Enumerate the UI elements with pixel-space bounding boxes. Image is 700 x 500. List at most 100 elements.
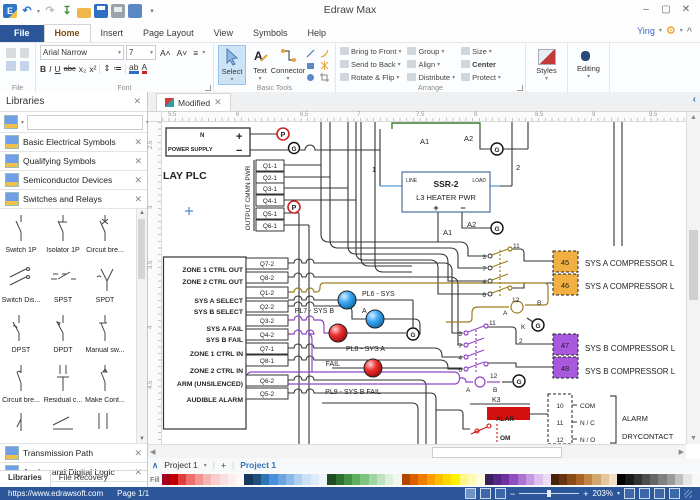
color-swatch[interactable]: [617, 474, 625, 485]
page-tab-project1[interactable]: Project 1: [240, 460, 276, 470]
symbol-make-contact[interactable]: Make Cont...: [84, 359, 126, 409]
lamp-pl6[interactable]: [338, 291, 356, 309]
font-dialog-launcher[interactable]: [205, 85, 211, 91]
protect-button[interactable]: Protect▾: [461, 71, 501, 83]
project-selector[interactable]: Project 1: [164, 460, 198, 470]
font-size-combo[interactable]: 7▾: [126, 45, 156, 60]
size-button[interactable]: Size▾: [461, 45, 501, 57]
subscript-button[interactable]: x₂: [79, 64, 87, 74]
color-swatch[interactable]: [336, 474, 344, 485]
symbol-circuit-breaker-2[interactable]: Circuit bre...: [0, 359, 42, 409]
color-swatch[interactable]: [468, 474, 476, 485]
collapse-canvas-icon[interactable]: ‹: [693, 94, 696, 105]
library-menu-icon[interactable]: [4, 115, 18, 129]
lamp-pl7[interactable]: [366, 310, 384, 328]
power-supply-block[interactable]: N POWER SUPPLY + −: [166, 128, 250, 157]
highlight-color-button[interactable]: ab: [129, 63, 138, 74]
styles-button[interactable]: Styles: [530, 66, 563, 75]
color-swatch[interactable]: [543, 474, 551, 485]
color-swatch[interactable]: [269, 474, 277, 485]
symbol-circuit-breaker[interactable]: Circuit bre...: [84, 209, 126, 259]
user-name[interactable]: Ying: [637, 26, 655, 36]
library-section-semiconductor[interactable]: Semiconductor Devices✕: [0, 171, 147, 190]
library-section-qualifying[interactable]: Qualifying Symbols✕: [0, 152, 147, 171]
vscroll-thumb[interactable]: [689, 230, 698, 300]
document-tab-modified[interactable]: Modified ✕: [156, 93, 231, 111]
center-button[interactable]: Center: [461, 58, 501, 70]
zoom-out-icon[interactable]: −: [510, 489, 515, 499]
view-page-icon[interactable]: [480, 488, 491, 499]
symbol-manual-switch[interactable]: Manual sw...: [84, 309, 126, 359]
color-swatch[interactable]: [186, 474, 194, 485]
select-tool-button[interactable]: Select▾: [218, 45, 246, 85]
compressor-terminals-b[interactable]: 47 48 SYS B COMPRESSOR L SYS B COMPRESSO…: [553, 334, 676, 378]
align-text-icon[interactable]: ≡: [191, 48, 200, 58]
pencil-tool-icon[interactable]: [319, 60, 330, 71]
line-spacing-icon[interactable]: ⇕: [103, 63, 110, 74]
symbol-grid-scrollbar[interactable]: ▲▼: [136, 209, 147, 443]
tab-help[interactable]: Help: [297, 25, 336, 42]
color-swatch[interactable]: [418, 474, 426, 485]
status-url[interactable]: https://www.edrawsoft.com: [8, 489, 103, 498]
color-swatch[interactable]: [261, 474, 269, 485]
symbol-isolator-1p[interactable]: Isolator 1P: [42, 209, 84, 259]
increase-font-icon[interactable]: A˄: [158, 48, 173, 58]
bring-to-front-button[interactable]: Bring to Front▾: [340, 45, 401, 57]
color-swatch[interactable]: [460, 474, 468, 485]
color-swatch[interactable]: [609, 474, 617, 485]
superscript-button[interactable]: x²: [89, 64, 96, 74]
color-swatch[interactable]: [675, 474, 683, 485]
color-swatch[interactable]: [692, 474, 700, 485]
color-swatch[interactable]: [311, 474, 319, 485]
styles-icon[interactable]: [538, 49, 556, 65]
color-swatch[interactable]: [493, 474, 501, 485]
color-swatch[interactable]: [162, 474, 170, 485]
color-swatch[interactable]: [244, 474, 252, 485]
close-panel-icon[interactable]: ✕: [133, 96, 141, 107]
underline-button[interactable]: U: [55, 64, 61, 74]
color-swatch[interactable]: [195, 474, 203, 485]
collapse-pages-icon[interactable]: ∧: [152, 460, 158, 471]
fit-page-icon[interactable]: [624, 488, 635, 499]
close-library-icon[interactable]: ✕: [134, 137, 142, 148]
vertical-scrollbar[interactable]: ▲▼: [686, 112, 700, 444]
close-library-icon[interactable]: ✕: [134, 175, 142, 186]
color-swatch[interactable]: [327, 474, 335, 485]
panel-tab-libraries[interactable]: Libraries: [0, 471, 51, 487]
plc-output-terminals[interactable]: Q1-1 Q2-1 Q3-1 Q4-1 Q5-1 Q6-1: [256, 160, 284, 231]
hscroll-thumb[interactable]: [432, 447, 562, 458]
color-swatch[interactable]: [658, 474, 666, 485]
symbol-switch-1p[interactable]: Switch 1P: [0, 209, 42, 259]
format-painter-icon[interactable]: [20, 48, 30, 58]
add-page-button[interactable]: +: [221, 460, 226, 470]
grid-icon[interactable]: [669, 488, 680, 499]
binoculars-icon[interactable]: [581, 49, 597, 63]
color-swatch[interactable]: [634, 474, 642, 485]
decrease-font-icon[interactable]: A˅: [175, 48, 190, 58]
color-swatch[interactable]: [369, 474, 377, 485]
library-section-basic-electrical[interactable]: Basic Electrical Symbols✕: [0, 133, 147, 152]
bold-button[interactable]: B: [40, 64, 46, 74]
cut-icon[interactable]: [6, 48, 16, 58]
color-swatch[interactable]: [584, 474, 592, 485]
rectangle-tool-icon[interactable]: [305, 60, 316, 71]
color-swatch[interactable]: [319, 474, 327, 485]
color-swatch[interactable]: [360, 474, 368, 485]
symbol-dpdt[interactable]: DPDT: [42, 309, 84, 359]
tab-file[interactable]: File: [0, 25, 44, 42]
crop-tool-icon[interactable]: [319, 72, 330, 83]
tab-symbols[interactable]: Symbols: [243, 25, 298, 42]
lamp-pl8[interactable]: [329, 324, 347, 342]
arc-tool-icon[interactable]: [319, 48, 330, 59]
zoom-level[interactable]: 203%: [593, 489, 613, 498]
line-tool-icon[interactable]: [305, 48, 316, 59]
color-swatch[interactable]: [501, 474, 509, 485]
color-swatch[interactable]: [683, 474, 691, 485]
color-swatch[interactable]: [526, 474, 534, 485]
symbol-switch-disconnector[interactable]: Switch Dis...: [0, 259, 42, 309]
view-normal-icon[interactable]: [465, 488, 476, 499]
close-button[interactable]: ✕: [676, 0, 696, 18]
editing-button[interactable]: Editing: [572, 64, 605, 73]
ssr2-block[interactable]: LINE LOAD SSR-2 L3 HEATER PWR + −: [402, 172, 490, 213]
library-section-transmission-path[interactable]: Transmission Path✕: [0, 444, 147, 463]
